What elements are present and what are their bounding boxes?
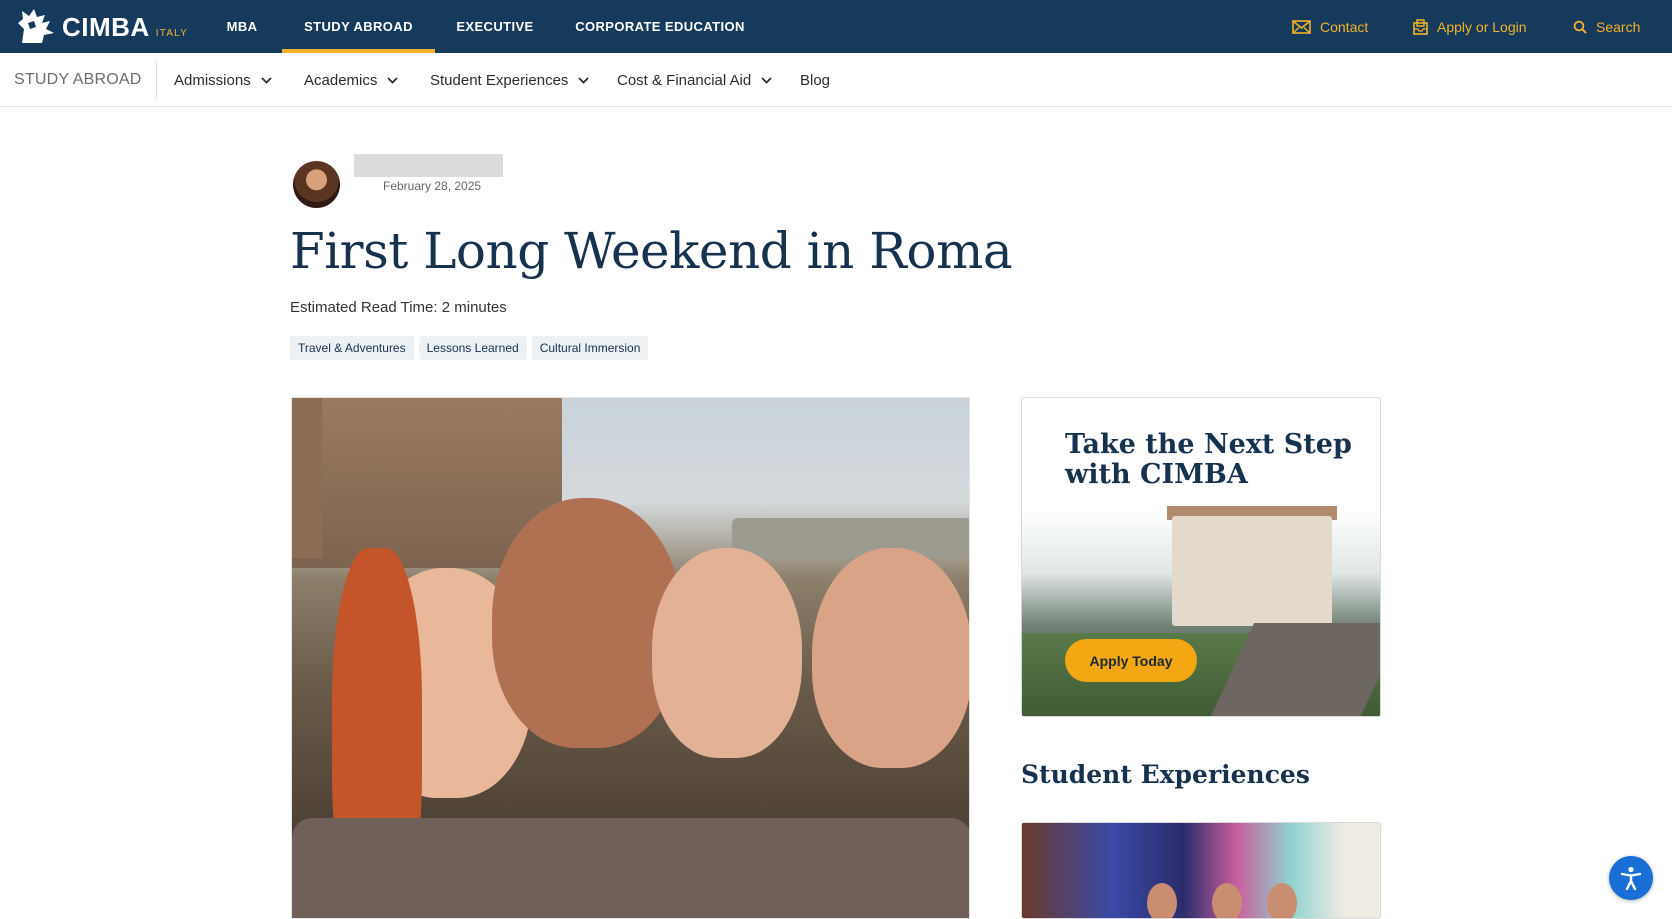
logo-wordmark: CIMBA	[62, 12, 150, 42]
chevron-down-icon	[387, 76, 398, 84]
subnav-student-experiences[interactable]: Student Experiences	[430, 53, 590, 107]
subnav-student-experiences-label: Student Experiences	[430, 71, 569, 89]
subnav-blog[interactable]: Blog	[800, 53, 830, 107]
article-title: First Long Weekend in Roma	[290, 222, 1013, 280]
apply-cta-card: Take the Next Step with CIMBA Apply Toda…	[1021, 397, 1381, 717]
cimba-logo[interactable]: CIMBA ITALY	[14, 7, 188, 45]
nav-executive[interactable]: EXECUTIVE	[450, 0, 540, 53]
apply-login-label: Apply or Login	[1437, 18, 1527, 35]
tag-travel-adventures[interactable]: Travel & Adventures	[290, 336, 414, 360]
tag-list: Travel & Adventures Lessons Learned Cult…	[290, 336, 649, 360]
subnav-academics[interactable]: Academics	[304, 53, 398, 107]
logo-country: ITALY	[155, 28, 189, 39]
student-experiences-heading: Student Experiences	[1021, 760, 1310, 789]
section-title: STUDY ABROAD	[14, 71, 142, 88]
subnav-admissions-label: Admissions	[174, 71, 251, 89]
accessibility-icon	[1620, 866, 1642, 891]
tag-cultural-immersion[interactable]: Cultural Immersion	[531, 336, 649, 360]
contact-label: Contact	[1320, 18, 1369, 35]
accessibility-button[interactable]	[1609, 856, 1653, 900]
top-navbar: CIMBA ITALY MBA STUDY ABROAD EXECUTIVE C…	[0, 0, 1672, 53]
subnav-cost-financial-aid[interactable]: Cost & Financial Aid	[617, 53, 772, 107]
student-experience-thumbnail[interactable]	[1021, 822, 1381, 919]
search-label: Search	[1596, 18, 1641, 35]
hero-bridge	[732, 518, 969, 558]
nav-study-abroad[interactable]: STUDY ABROAD	[282, 0, 435, 53]
read-time: Estimated Read Time: 2 minutes	[290, 299, 507, 316]
inbox-icon	[1413, 18, 1428, 35]
chevron-down-icon	[761, 76, 772, 84]
thumb-person	[1212, 883, 1242, 918]
post-date: February 28, 2025	[383, 179, 482, 193]
subnav-admissions[interactable]: Admissions	[174, 53, 272, 107]
contact-link[interactable]: Contact	[1292, 0, 1368, 53]
subnav-divider	[156, 61, 157, 99]
hero-sweaters	[292, 818, 969, 918]
envelope-icon	[1292, 19, 1311, 34]
cta-heading: Take the Next Step with CIMBA	[1065, 429, 1352, 490]
thumb-person	[1147, 883, 1177, 918]
campus-building	[1172, 516, 1332, 626]
article-hero-image	[291, 397, 970, 919]
nav-corporate-education[interactable]: CORPORATE EDUCATION	[572, 0, 748, 53]
chevron-down-icon	[578, 76, 590, 84]
subnav-cost-financial-aid-label: Cost & Financial Aid	[617, 71, 752, 89]
author-avatar	[293, 161, 340, 208]
apply-today-button[interactable]: Apply Today	[1065, 639, 1197, 682]
subnav-academics-label: Academics	[304, 71, 378, 89]
secondary-nav: STUDY ABROAD Admissions Academics Studen…	[0, 53, 1672, 107]
search-link[interactable]: Search	[1573, 0, 1640, 53]
nav-mba[interactable]: MBA	[213, 0, 271, 53]
hero-tower	[292, 398, 322, 558]
search-icon	[1573, 20, 1587, 34]
lion-crest-icon	[18, 9, 54, 43]
thumb-person	[1267, 883, 1297, 918]
author-name-redacted	[354, 154, 503, 177]
tag-lessons-learned[interactable]: Lessons Learned	[418, 336, 527, 360]
apply-login-link[interactable]: Apply or Login	[1413, 0, 1527, 53]
hero-person-3	[652, 548, 802, 758]
chevron-down-icon	[261, 76, 272, 84]
hero-person-4	[812, 548, 969, 768]
